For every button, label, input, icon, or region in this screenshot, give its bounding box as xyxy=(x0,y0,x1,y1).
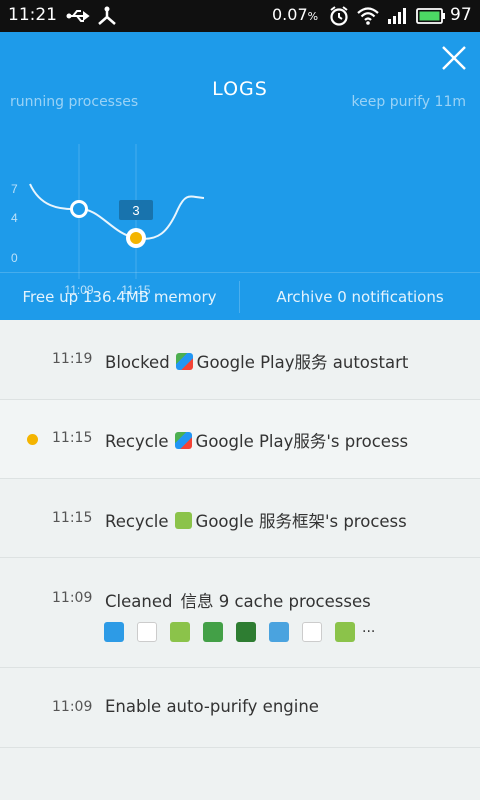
chat-app-icon xyxy=(236,622,256,642)
google-play-icon xyxy=(174,432,192,449)
usb-icon xyxy=(66,10,90,22)
log-text: Enable auto-purify engine xyxy=(105,697,319,716)
debug-icon xyxy=(98,6,116,25)
log-list: 11:19 Blocked Google Play服务 autostart 11:… xyxy=(0,320,480,800)
log-row[interactable]: 11:19 Blocked Google Play服务 autostart xyxy=(0,320,480,400)
signal-icon xyxy=(388,8,406,24)
android-icon xyxy=(174,512,192,529)
battery-percent: 97 xyxy=(450,5,472,25)
log-text: Recycle Google 服务框架's process xyxy=(105,512,407,531)
process-chart: 7 4 0 11:09 11:15 3 xyxy=(11,144,205,297)
status-bar: 11:21 0.07% 97 xyxy=(0,0,480,32)
highlight-point xyxy=(130,232,142,244)
alarm-icon xyxy=(330,6,348,26)
log-text: Recycle Google Play服务's process xyxy=(105,432,409,451)
value-tooltip-label: 3 xyxy=(132,203,139,218)
free-memory-button[interactable]: Free up 136.4MB memory xyxy=(0,273,239,321)
log-time: 11:09 xyxy=(52,590,93,606)
status-time: 11:21 xyxy=(8,5,57,25)
gallery-app-icon xyxy=(269,622,289,642)
log-text: Cleaned 信息 9 cache processes xyxy=(105,592,371,611)
battery-icon xyxy=(416,8,445,24)
contacts-app-icon xyxy=(203,622,223,642)
data-rate: 0.07% xyxy=(272,5,319,24)
android-app-icon xyxy=(170,622,190,642)
action-bar: Free up 136.4MB memory Archive 0 notific… xyxy=(0,272,480,320)
logs-header: LOGS running processes keep purify 11m 7… xyxy=(0,32,480,320)
log-time: 11:15 xyxy=(52,510,93,526)
log-text: Blocked Google Play服务 autostart xyxy=(105,353,409,372)
log-row[interactable]: 11:15 Recycle Google 服务框架's process xyxy=(0,479,480,558)
google-play-icon xyxy=(175,353,193,370)
wifi-icon xyxy=(357,7,379,25)
document-app-icon xyxy=(302,622,322,642)
recent-indicator-dot xyxy=(27,434,38,445)
android-app-icon xyxy=(335,622,355,642)
series-line xyxy=(29,183,205,240)
y-tick-label: 4 xyxy=(11,211,18,225)
log-row[interactable]: 11:15 Recycle Google Play服务's process xyxy=(0,400,480,479)
log-time: 11:09 xyxy=(52,699,93,715)
log-time: 11:19 xyxy=(52,351,93,367)
y-tick-label: 0 xyxy=(11,251,18,265)
data-point xyxy=(70,200,88,218)
log-row[interactable]: 11:09 Cleaned 信息 9 cache processes xyxy=(0,558,480,668)
calendar-app-icon xyxy=(137,622,157,642)
more-indicator: ... xyxy=(362,620,376,636)
archive-notifications-button[interactable]: Archive 0 notifications xyxy=(240,273,480,321)
log-time: 11:15 xyxy=(52,430,93,446)
y-tick-label: 7 xyxy=(11,182,18,196)
log-row[interactable]: 11:09 Enable auto-purify engine xyxy=(0,668,480,748)
message-app-icon xyxy=(104,622,124,642)
